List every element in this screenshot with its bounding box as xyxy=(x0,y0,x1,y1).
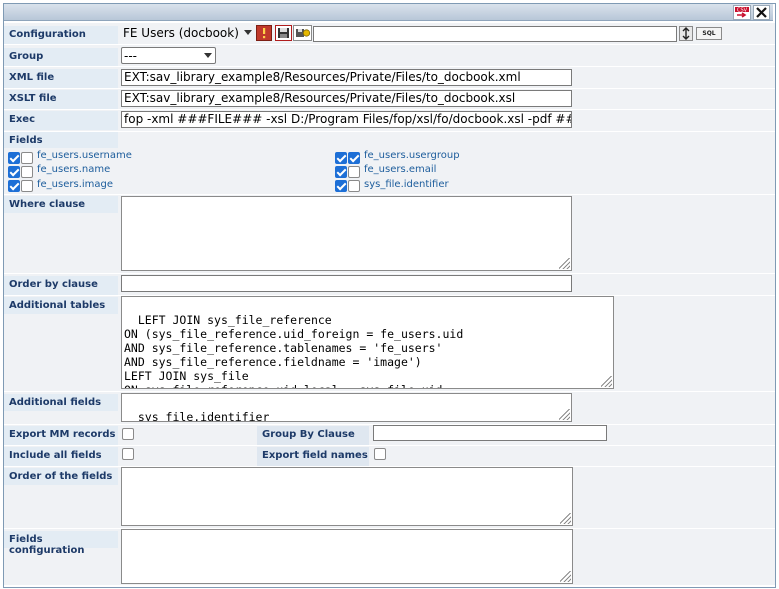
field-email-checkbox-2[interactable] xyxy=(348,166,360,178)
xml-file-label: XML file xyxy=(4,69,118,88)
field-username-checkbox[interactable] xyxy=(8,152,20,164)
include-all-fields-checkbox[interactable] xyxy=(122,448,134,460)
close-icon[interactable] xyxy=(753,5,770,20)
chevron-down-icon xyxy=(244,30,252,35)
fields-configuration-label: Fields configuration xyxy=(4,531,118,556)
additional-tables-value: LEFT JOIN sys_file_reference ON (sys_fil… xyxy=(124,313,464,388)
save-as-configuration-icon[interactable] xyxy=(293,25,312,41)
export-field-names-label: Export field names xyxy=(257,447,369,466)
additional-fields-label: Additional fields xyxy=(4,394,118,411)
row-group xyxy=(4,45,775,66)
xslt-file-label: XSLT file xyxy=(4,90,118,109)
field-username-checkbox-2[interactable] xyxy=(21,152,33,164)
field-identifier-checkbox[interactable] xyxy=(335,180,347,192)
resize-grip-icon[interactable] xyxy=(559,409,570,420)
field-image-checkbox[interactable] xyxy=(8,180,20,192)
where-clause-textarea[interactable] xyxy=(121,196,572,271)
field-username-label: fe_users.username xyxy=(37,150,132,161)
export-mm-records-checkbox[interactable] xyxy=(122,428,134,440)
resize-grip-icon[interactable] xyxy=(601,376,612,387)
field-name-checkbox[interactable] xyxy=(8,166,20,178)
exec-label: Exec xyxy=(4,111,118,130)
resize-grip-icon[interactable] xyxy=(559,258,570,269)
field-usergroup-checkbox-2[interactable] xyxy=(348,152,360,164)
where-clause-label: Where clause xyxy=(4,196,118,213)
group-label: Group xyxy=(4,48,118,66)
delete-configuration-icon[interactable] xyxy=(256,25,272,41)
field-name-checkbox-2[interactable] xyxy=(21,166,33,178)
panel-toolbar xyxy=(4,4,773,21)
additional-tables-label: Additional tables xyxy=(4,297,118,314)
sql-button[interactable]: SQL xyxy=(696,27,722,40)
field-identifier-label: sys_file.identifier xyxy=(364,179,449,190)
exec-input[interactable]: fop -xml ###FILE### -xsl D:/Program File… xyxy=(121,111,572,128)
field-usergroup-label: fe_users.usergroup xyxy=(364,150,460,161)
order-of-fields-label: Order of the fields xyxy=(4,468,118,485)
include-all-fields-label: Include all fields xyxy=(4,447,118,466)
xslt-file-input[interactable]: EXT:sav_library_example8/Resources/Priva… xyxy=(121,90,572,107)
field-name-label: fe_users.name xyxy=(37,164,111,175)
fields-label: Fields xyxy=(4,132,118,148)
group-by-clause-label: Group By Clause xyxy=(257,426,369,445)
group-by-clause-input[interactable] xyxy=(373,425,607,441)
xml-file-input[interactable]: EXT:sav_library_example8/Resources/Priva… xyxy=(121,69,572,86)
additional-fields-textarea[interactable]: sys_file.identifier xyxy=(121,393,572,422)
field-image-checkbox-2[interactable] xyxy=(21,180,33,192)
configuration-name-input[interactable] xyxy=(313,26,677,42)
resize-grip-icon[interactable] xyxy=(560,513,571,524)
export-field-names-checkbox[interactable] xyxy=(374,448,386,460)
refresh-icon[interactable] xyxy=(679,26,693,41)
export-csv-icon[interactable]: CSV xyxy=(733,5,751,20)
group-select-value: --- xyxy=(124,49,137,63)
field-email-checkbox[interactable] xyxy=(335,166,347,178)
export-mm-records-label: Export MM records xyxy=(4,426,118,445)
additional-fields-value: sys_file.identifier xyxy=(137,410,270,422)
field-usergroup-checkbox[interactable] xyxy=(335,152,347,164)
additional-tables-textarea[interactable]: LEFT JOIN sys_file_reference ON (sys_fil… xyxy=(121,296,614,389)
fields-configuration-textarea[interactable] xyxy=(121,529,573,584)
resize-grip-icon[interactable] xyxy=(560,571,571,582)
field-image-label: fe_users.image xyxy=(37,179,114,190)
order-by-clause-label: Order by clause xyxy=(4,276,118,295)
row-include-all-fields xyxy=(4,446,775,466)
configuration-select[interactable]: FE Users (docbook) xyxy=(121,25,255,43)
order-by-clause-input[interactable] xyxy=(121,275,572,292)
order-of-fields-textarea[interactable] xyxy=(121,467,573,526)
field-identifier-checkbox-2[interactable] xyxy=(348,180,360,192)
field-email-label: fe_users.email xyxy=(364,164,437,175)
configuration-label: Configuration xyxy=(4,26,118,44)
chevron-down-icon xyxy=(204,53,212,58)
save-configuration-icon[interactable] xyxy=(275,25,292,41)
configuration-select-value: FE Users (docbook) xyxy=(123,26,239,40)
group-select[interactable]: --- xyxy=(121,47,216,64)
